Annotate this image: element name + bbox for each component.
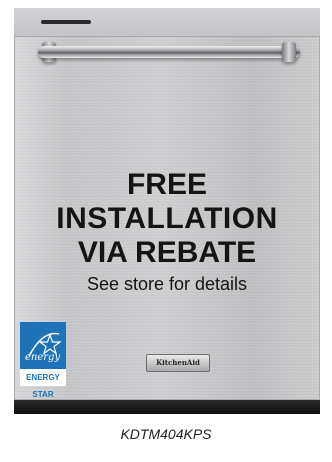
handle-post-right xyxy=(282,42,296,62)
model-number-caption: KDTM404KPS xyxy=(120,426,212,442)
dishwasher-front-panel: FREE INSTALLATION VIA REBATE See store f… xyxy=(14,8,320,400)
promo-headline-installation: INSTALLATION xyxy=(56,202,278,235)
door-handle xyxy=(38,42,300,64)
promo-headline-free: FREE xyxy=(126,168,207,201)
energy-star-logo-text: energy xyxy=(25,352,60,363)
toe-kick xyxy=(14,400,320,414)
energy-star-icon: energy xyxy=(25,332,62,363)
control-strip xyxy=(14,8,320,37)
promo-details: See store for details xyxy=(86,274,248,294)
energy-star-label: ENERGY STAR xyxy=(20,369,66,399)
energy-star-badge: energy ENERGY STAR xyxy=(20,322,66,399)
promo-headline-rebate: VIA REBATE xyxy=(77,236,257,269)
control-indicator-line xyxy=(41,20,91,24)
kitchenaid-logo-badge: KitchenAid xyxy=(146,354,210,372)
handle-bar xyxy=(38,46,300,58)
